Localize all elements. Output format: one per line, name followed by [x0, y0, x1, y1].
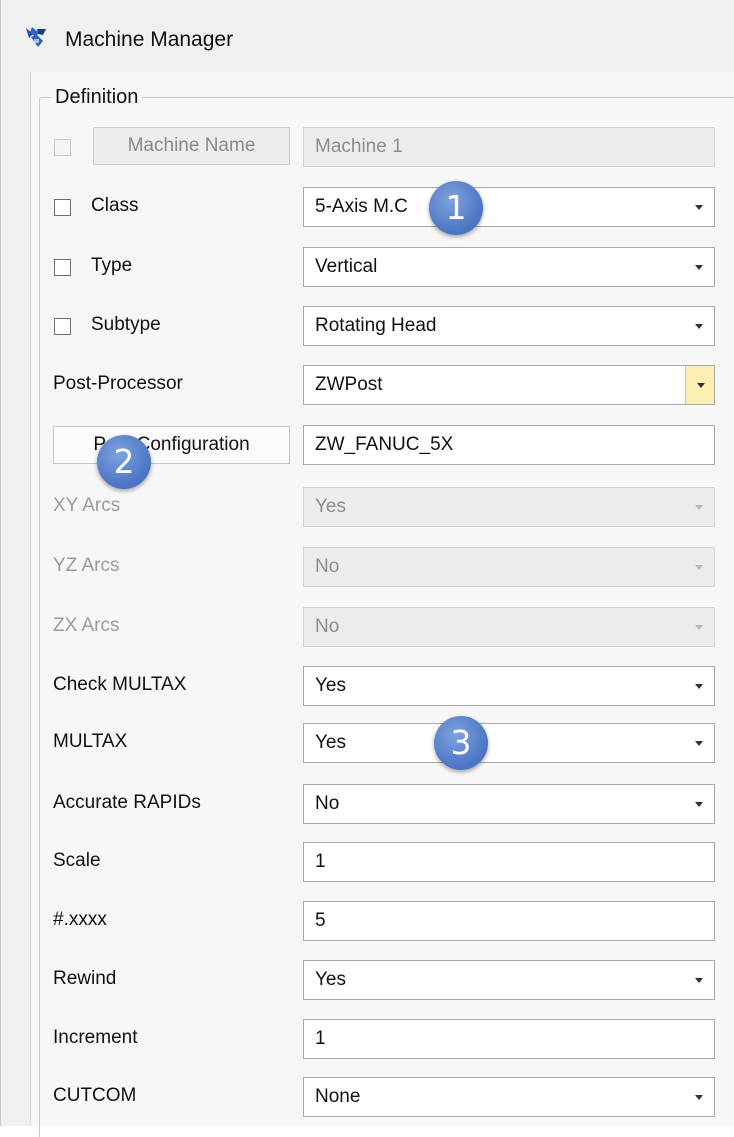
group-label-definition: Definition — [51, 86, 143, 109]
check-multax-value: Yes — [315, 675, 346, 696]
chevron-down-icon[interactable] — [684, 961, 714, 999]
row-scale: Scale 1 — [1, 842, 734, 882]
chevron-down-icon[interactable] — [684, 307, 714, 345]
yz-arcs-label: YZ Arcs — [53, 555, 120, 576]
chevron-down-icon — [684, 608, 714, 646]
accurate-rapids-label: Accurate RAPIDs — [53, 792, 201, 813]
yz-arcs-select: No — [303, 547, 715, 587]
row-cutcom: CUTCOM None — [1, 1077, 734, 1117]
callout-badge-3: 3 — [434, 716, 488, 770]
row-accurate-rapids: Accurate RAPIDs No — [1, 784, 734, 824]
chevron-down-icon[interactable] — [685, 366, 714, 404]
yz-arcs-value: No — [315, 556, 340, 577]
row-decimals: #.xxxx 5 — [1, 901, 734, 941]
row-class: Class 5-Axis M.C — [1, 187, 734, 227]
callout-badge-2: 2 — [97, 435, 151, 489]
row-type: Type Vertical — [1, 247, 734, 287]
decimals-label: #.xxxx — [53, 909, 107, 930]
chevron-down-icon[interactable] — [684, 1078, 714, 1116]
multax-value: Yes — [315, 732, 346, 753]
decimals-value: 5 — [315, 910, 326, 931]
subtype-label: Subtype — [91, 314, 161, 335]
type-select[interactable]: Vertical — [303, 247, 715, 287]
type-checkbox[interactable] — [54, 259, 71, 276]
machine-name-checkbox — [54, 139, 71, 156]
machine-manager-window: Machine Manager Definition Machine Name … — [0, 0, 734, 1137]
scale-input[interactable]: 1 — [303, 842, 715, 882]
row-multax: MULTAX Yes — [1, 723, 734, 763]
check-multax-select[interactable]: Yes — [303, 666, 715, 706]
xy-arcs-value: Yes — [315, 496, 346, 517]
chevron-down-icon[interactable] — [684, 785, 714, 823]
machine-name-value: Machine 1 — [315, 136, 403, 157]
class-label: Class — [91, 195, 139, 216]
decimals-input[interactable]: 5 — [303, 901, 715, 941]
increment-value: 1 — [315, 1028, 326, 1049]
row-machine-name: Machine Name Machine 1 — [1, 127, 734, 167]
increment-input[interactable]: 1 — [303, 1019, 715, 1059]
subtype-checkbox[interactable] — [54, 318, 71, 335]
zx-arcs-value: No — [315, 616, 340, 637]
accurate-rapids-value: No — [315, 793, 340, 814]
increment-label: Increment — [53, 1027, 138, 1048]
cutcom-label: CUTCOM — [53, 1085, 137, 1106]
check-multax-label: Check MULTAX — [53, 674, 187, 695]
class-checkbox[interactable] — [54, 199, 71, 216]
machine-name-button-label: Machine Name — [127, 135, 256, 156]
row-subtype: Subtype Rotating Head — [1, 306, 734, 346]
post-configuration-field[interactable]: ZW_FANUC_5X — [303, 425, 715, 465]
post-processor-label: Post-Processor — [53, 373, 183, 394]
row-post-processor: Post-Processor ZWPost — [1, 365, 734, 405]
row-zx-arcs: ZX Arcs No — [1, 607, 734, 647]
zx-arcs-select: No — [303, 607, 715, 647]
post-configuration-button[interactable]: Post Configuration — [53, 426, 290, 464]
scale-value: 1 — [315, 851, 326, 872]
rewind-label: Rewind — [53, 968, 117, 989]
row-yz-arcs: YZ Arcs No — [1, 547, 734, 587]
window-title: Machine Manager — [65, 28, 234, 51]
post-processor-value: ZWPost — [315, 374, 383, 395]
chevron-down-icon[interactable] — [684, 248, 714, 286]
rewind-value: Yes — [315, 969, 346, 990]
machine-name-button: Machine Name — [93, 127, 290, 165]
callout-badge-1: 1 — [429, 181, 483, 235]
type-value: Vertical — [315, 256, 378, 277]
multax-select[interactable]: Yes — [303, 723, 715, 763]
cutcom-value: None — [315, 1086, 361, 1107]
accurate-rapids-select[interactable]: No — [303, 784, 715, 824]
post-processor-select[interactable]: ZWPost — [303, 365, 715, 405]
row-increment: Increment 1 — [1, 1019, 734, 1059]
chevron-down-icon — [684, 488, 714, 526]
machine-manager-app-icon — [26, 27, 46, 47]
xy-arcs-select: Yes — [303, 487, 715, 527]
post-configuration-value: ZW_FANUC_5X — [315, 434, 454, 455]
chevron-down-icon[interactable] — [684, 188, 714, 226]
chevron-down-icon — [684, 548, 714, 586]
class-select[interactable]: 5-Axis M.C — [303, 187, 715, 227]
machine-name-field: Machine 1 — [303, 127, 715, 167]
cutcom-select[interactable]: None — [303, 1077, 715, 1117]
zx-arcs-label: ZX Arcs — [53, 615, 120, 636]
class-value: 5-Axis M.C — [315, 196, 408, 217]
multax-label: MULTAX — [53, 731, 128, 752]
xy-arcs-label: XY Arcs — [53, 495, 121, 516]
subtype-value: Rotating Head — [315, 315, 437, 336]
scale-label: Scale — [53, 850, 101, 871]
title-bar: Machine Manager — [1, 0, 734, 72]
row-check-multax: Check MULTAX Yes — [1, 666, 734, 706]
chevron-down-icon[interactable] — [684, 724, 714, 762]
chevron-down-icon[interactable] — [684, 667, 714, 705]
row-rewind: Rewind Yes — [1, 960, 734, 1000]
rewind-select[interactable]: Yes — [303, 960, 715, 1000]
row-xy-arcs: XY Arcs Yes — [1, 487, 734, 527]
type-label: Type — [91, 255, 133, 276]
subtype-select[interactable]: Rotating Head — [303, 306, 715, 346]
